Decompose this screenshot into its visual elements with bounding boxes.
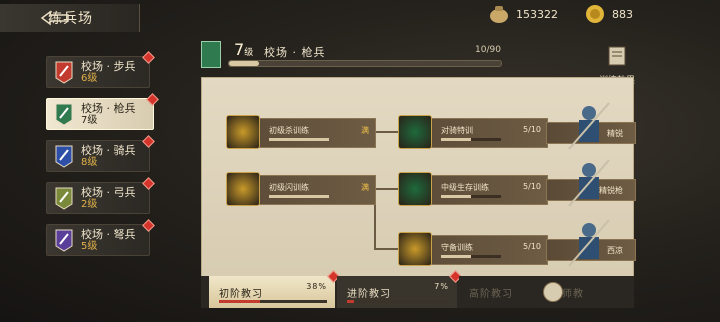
soldier-portrait-icon bbox=[568, 102, 610, 150]
soldier-portrait-icon bbox=[568, 219, 610, 267]
reward-unit-card[interactable]: 精锐枪 bbox=[546, 159, 636, 207]
skill-node-label: 中级生存训练 bbox=[441, 183, 489, 192]
crossed-swords-icon bbox=[226, 115, 260, 149]
unit-item[interactable]: 校场 · 骑兵 8级 bbox=[46, 135, 155, 172]
notification-dot bbox=[142, 51, 155, 64]
screen-title-tab: 练兵场 bbox=[0, 4, 140, 32]
skill-node[interactable]: 初级杀训练 满 bbox=[226, 115, 376, 149]
unit-name: 校场 · 弓兵 bbox=[81, 185, 136, 199]
skill-node[interactable]: 对骑特训 5/10 bbox=[398, 115, 548, 149]
crossbow-icon bbox=[53, 227, 75, 253]
training-grounds-screen: 练兵场 153322 883 校场 · 步兵 6级 校场 · 枪兵 7级 校场 · … bbox=[0, 0, 720, 322]
copper-amount: 153322 bbox=[516, 7, 558, 21]
unit-level: 2级 bbox=[81, 198, 98, 210]
notification-dot bbox=[142, 219, 155, 232]
skill-node-progress bbox=[269, 138, 329, 141]
armor-gold-icon bbox=[398, 232, 432, 266]
skill-node-progress bbox=[441, 255, 501, 258]
unit-name: 校场 · 弩兵 bbox=[81, 227, 136, 241]
skill-tree-panel: 初级杀训练 满 对骑特训 5/10 初级闪训练 满 中级生存训练 5/10 守备… bbox=[201, 77, 636, 307]
tier-tab-percent: 7% bbox=[434, 282, 449, 291]
scroll-icon bbox=[608, 46, 626, 66]
tier-tab[interactable]: 初阶教习 38% bbox=[209, 270, 340, 308]
unit-item[interactable]: 校场 · 枪兵 7级 bbox=[46, 93, 159, 130]
training-progress-bar bbox=[228, 60, 502, 67]
spear-banner-icon bbox=[201, 41, 221, 68]
skill-node-value: 5/10 bbox=[523, 242, 541, 251]
skill-node-value: 5/10 bbox=[523, 182, 541, 191]
unit-level: 6级 bbox=[81, 72, 98, 84]
unit-item[interactable]: 校场 · 步兵 6级 bbox=[46, 51, 155, 88]
armor-icon bbox=[226, 172, 260, 206]
green-swirl-icon bbox=[398, 172, 432, 206]
skill-node-label: 初级闪训练 bbox=[269, 183, 309, 192]
back-arrow-icon[interactable] bbox=[40, 10, 70, 26]
notification-dot bbox=[146, 93, 159, 106]
skill-node-label: 对骑特训 bbox=[441, 126, 473, 135]
reward-unit-card[interactable]: 精锐 bbox=[546, 102, 636, 150]
infantry-icon bbox=[53, 59, 75, 85]
gold-ingot-icon bbox=[586, 5, 604, 23]
tier-tab-progress bbox=[347, 300, 449, 303]
tier-tab[interactable]: 高阶教习 bbox=[459, 276, 539, 308]
soldier-portrait-icon bbox=[568, 159, 610, 207]
spearman-icon bbox=[53, 101, 75, 127]
skill-node-value: 满 bbox=[361, 126, 369, 135]
skill-node-label: 守备训练 bbox=[441, 243, 473, 252]
training-level-number: 7 bbox=[234, 40, 245, 59]
coin-bag-icon bbox=[490, 6, 508, 23]
notification-dot bbox=[142, 135, 155, 148]
training-tier-tabs: 初阶教习 38% 进阶教习 7% 高阶教习 宗师教 bbox=[201, 270, 634, 308]
unit-level: 8级 bbox=[81, 156, 98, 168]
training-name: 校场 · 枪兵 bbox=[264, 46, 326, 59]
skill-node-value: 满 bbox=[361, 183, 369, 192]
unit-item[interactable]: 校场 · 弩兵 5级 bbox=[46, 219, 155, 256]
connector bbox=[374, 248, 400, 250]
resource-gold: 883 bbox=[584, 4, 633, 24]
tier-tab-progress bbox=[219, 300, 327, 303]
tier-tab-percent: 38% bbox=[306, 282, 327, 291]
tier-tab-label: 进阶教习 bbox=[347, 288, 391, 300]
green-slash-icon bbox=[398, 115, 432, 149]
unit-name: 校场 · 枪兵 bbox=[81, 101, 136, 115]
unit-item[interactable]: 校场 · 弓兵 2级 bbox=[46, 177, 155, 214]
training-progress-fill bbox=[229, 61, 259, 66]
resource-copper: 153322 bbox=[488, 4, 558, 24]
skill-node-progress bbox=[269, 195, 329, 198]
tier-tab[interactable]: 进阶教习 7% bbox=[337, 270, 462, 308]
skill-node-progress bbox=[441, 138, 501, 141]
lock-icon bbox=[543, 282, 563, 302]
unit-name: 校场 · 骑兵 bbox=[81, 143, 136, 157]
unit-level: 5级 bbox=[81, 240, 98, 252]
skill-node[interactable]: 初级闪训练 满 bbox=[226, 172, 376, 206]
archer-icon bbox=[53, 185, 75, 211]
unit-name: 校场 · 步兵 bbox=[81, 59, 136, 73]
skill-node[interactable]: 中级生存训练 5/10 bbox=[398, 172, 548, 206]
training-level-unit: 级 bbox=[244, 48, 254, 58]
cavalry-icon bbox=[53, 143, 75, 169]
skill-node[interactable]: 守备训练 5/10 bbox=[398, 232, 548, 266]
skill-node-value: 5/10 bbox=[523, 125, 541, 134]
notification-dot bbox=[142, 177, 155, 190]
reward-unit-card[interactable]: 西凉 bbox=[546, 219, 636, 267]
unit-level: 7级 bbox=[81, 114, 98, 126]
training-level: 7级 bbox=[234, 40, 253, 59]
tier-tab-label: 初阶教习 bbox=[219, 288, 263, 300]
tier-tab-label: 高阶教习 bbox=[469, 288, 513, 300]
skill-node-progress bbox=[441, 195, 501, 198]
gold-amount: 883 bbox=[612, 7, 633, 21]
training-progress-text: 10/90 bbox=[475, 45, 501, 55]
skill-node-label: 初级杀训练 bbox=[269, 126, 309, 135]
